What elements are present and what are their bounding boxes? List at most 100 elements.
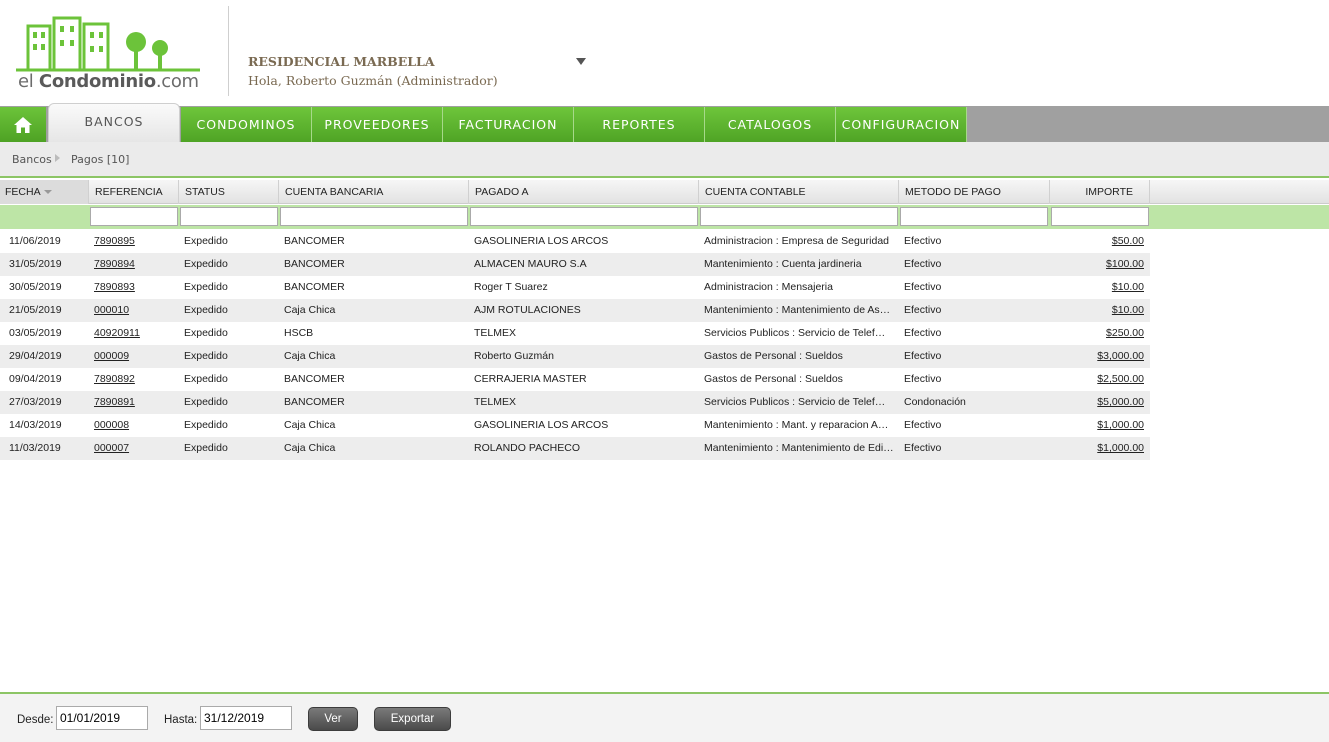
desde-input[interactable] bbox=[56, 706, 148, 730]
ver-button[interactable]: Ver bbox=[308, 707, 358, 731]
cell-pagado-a: AJM ROTULACIONES bbox=[474, 304, 581, 316]
cell-referencia[interactable]: 000008 bbox=[94, 414, 178, 437]
cell-referencia[interactable]: 7890893 bbox=[94, 276, 178, 299]
filter-row bbox=[0, 205, 1329, 229]
date-range-bar: Desde: Hasta: Ver Exportar bbox=[0, 692, 1329, 742]
cell-metodo-pago: Efectivo bbox=[904, 281, 942, 293]
exportar-button[interactable]: Exportar bbox=[374, 707, 451, 731]
cell-pagado-a: Roger T Suarez bbox=[474, 281, 548, 293]
tab-catalogos[interactable]: CATALOGOS bbox=[705, 107, 836, 142]
main-nav: BANCOS CONDOMINOS PROVEEDORES FACTURACIO… bbox=[0, 103, 1329, 142]
cell-importe[interactable]: $3,000.00 bbox=[1050, 345, 1144, 368]
table-row[interactable]: 27/03/2019 7890891 Expedido BANCOMER TELMEX S… bbox=[0, 391, 1150, 414]
cell-status: Expedido bbox=[184, 396, 228, 408]
tab-reportes[interactable]: REPORTES bbox=[574, 107, 705, 142]
table-row[interactable]: 31/05/2019 7890894 Expedido BANCOMER ALMACEN… bbox=[0, 253, 1150, 276]
cell-metodo-pago: Efectivo bbox=[904, 419, 942, 431]
desde-label: Desde: bbox=[17, 714, 54, 726]
filter-pagado-a[interactable] bbox=[470, 207, 698, 226]
tab-facturacion[interactable]: FACTURACION bbox=[443, 107, 574, 142]
breadcrumb: Bancos Pagos [10] bbox=[0, 142, 1329, 178]
cell-referencia[interactable]: 7890894 bbox=[94, 253, 178, 276]
tab-proveedores[interactable]: PROVEEDORES bbox=[312, 107, 443, 142]
tab-bancos[interactable]: BANCOS bbox=[48, 103, 180, 142]
filter-cuenta-bancaria[interactable] bbox=[280, 207, 468, 226]
col-fecha[interactable]: FECHA bbox=[0, 180, 89, 204]
breadcrumb-bancos[interactable]: Bancos bbox=[12, 153, 52, 166]
cell-cuenta-contable: Mantenimiento : Mantenimiento de As… bbox=[704, 304, 891, 316]
table-header: FECHA REFERENCIA STATUS CUENTA BANCARIA … bbox=[0, 180, 1329, 204]
cell-pagado-a: TELMEX bbox=[474, 327, 517, 339]
condo-dropdown-icon[interactable] bbox=[576, 58, 586, 65]
filter-metodo-pago[interactable] bbox=[900, 207, 1048, 226]
cell-fecha: 03/05/2019 bbox=[9, 327, 62, 339]
cell-importe[interactable]: $250.00 bbox=[1050, 322, 1144, 345]
cell-metodo-pago: Efectivo bbox=[904, 235, 942, 247]
col-pagado-a[interactable]: PAGADO A bbox=[469, 180, 699, 204]
cell-referencia[interactable]: 7890891 bbox=[94, 391, 178, 414]
cell-referencia[interactable]: 000007 bbox=[94, 437, 178, 460]
cell-referencia[interactable]: 40920911 bbox=[94, 322, 178, 345]
table-row[interactable]: 03/05/2019 40920911 Expedido HSCB TELMEX Serv… bbox=[0, 322, 1150, 345]
cell-fecha: 11/06/2019 bbox=[9, 235, 61, 247]
cell-importe[interactable]: $2,500.00 bbox=[1050, 368, 1144, 391]
col-status[interactable]: STATUS bbox=[179, 180, 279, 204]
table-row[interactable]: 14/03/2019 000008 Expedido Caja Chica GASOLI… bbox=[0, 414, 1150, 437]
home-button[interactable] bbox=[0, 107, 46, 142]
col-importe[interactable]: IMPORTE bbox=[1050, 180, 1150, 204]
cell-metodo-pago: Efectivo bbox=[904, 327, 942, 339]
filter-importe[interactable] bbox=[1051, 207, 1149, 226]
cell-importe[interactable]: $50.00 bbox=[1050, 230, 1144, 253]
logo-wordmark: el Condominio.com bbox=[18, 71, 199, 92]
cell-pagado-a: ALMACEN MAURO S.A bbox=[474, 258, 587, 270]
cell-status: Expedido bbox=[184, 281, 228, 293]
cell-fecha: 21/05/2019 bbox=[9, 304, 62, 316]
cell-importe[interactable]: $10.00 bbox=[1050, 276, 1144, 299]
cell-status: Expedido bbox=[184, 304, 228, 316]
table-row[interactable]: 21/05/2019 000010 Expedido Caja Chica AJM RO… bbox=[0, 299, 1150, 322]
table-row[interactable]: 30/05/2019 7890893 Expedido BANCOMER Roger T… bbox=[0, 276, 1150, 299]
tab-configuracion[interactable]: CONFIGURACION bbox=[836, 107, 967, 142]
filter-cuenta-contable[interactable] bbox=[700, 207, 898, 226]
cell-importe[interactable]: $5,000.00 bbox=[1050, 391, 1144, 414]
app-header: el Condominio.com RESIDENCIAL MARBELLA H… bbox=[0, 0, 1329, 106]
cell-cuenta-bancaria: BANCOMER bbox=[284, 235, 345, 247]
cell-importe[interactable]: $1,000.00 bbox=[1050, 414, 1144, 437]
cell-cuenta-contable: Administracion : Mensajeria bbox=[704, 281, 833, 293]
cell-importe[interactable]: $10.00 bbox=[1050, 299, 1144, 322]
col-referencia[interactable]: REFERENCIA bbox=[89, 180, 179, 204]
cell-importe[interactable]: $1,000.00 bbox=[1050, 437, 1144, 460]
cell-pagado-a: ROLANDO PACHECO bbox=[474, 442, 580, 454]
cell-referencia[interactable]: 7890892 bbox=[94, 368, 178, 391]
cell-importe[interactable]: $100.00 bbox=[1050, 253, 1144, 276]
cell-metodo-pago: Efectivo bbox=[904, 304, 942, 316]
col-metodo-pago[interactable]: METODO DE PAGO bbox=[899, 180, 1050, 204]
cell-status: Expedido bbox=[184, 442, 228, 454]
col-cuenta-bancaria[interactable]: CUENTA BANCARIA bbox=[279, 180, 469, 204]
cell-referencia[interactable]: 000009 bbox=[94, 345, 178, 368]
cell-pagado-a: Roberto Guzmán bbox=[474, 350, 554, 362]
tab-condominos[interactable]: CONDOMINOS bbox=[181, 107, 312, 142]
cell-cuenta-bancaria: BANCOMER bbox=[284, 281, 345, 293]
cell-referencia[interactable]: 000010 bbox=[94, 299, 178, 322]
col-cuenta-contable[interactable]: CUENTA CONTABLE bbox=[699, 180, 899, 204]
table-row[interactable]: 29/04/2019 000009 Expedido Caja Chica Robert… bbox=[0, 345, 1150, 368]
cell-pagado-a: TELMEX bbox=[474, 396, 517, 408]
filter-status[interactable] bbox=[180, 207, 278, 226]
table-row[interactable]: 11/06/2019 7890895 Expedido BANCOMER GASOLIN… bbox=[0, 230, 1150, 253]
cell-cuenta-bancaria: BANCOMER bbox=[284, 258, 345, 270]
cell-metodo-pago: Efectivo bbox=[904, 442, 942, 454]
cell-metodo-pago: Efectivo bbox=[904, 373, 942, 385]
hasta-label: Hasta: bbox=[164, 714, 198, 726]
cell-cuenta-bancaria: Caja Chica bbox=[284, 304, 336, 316]
cell-referencia[interactable]: 7890895 bbox=[94, 230, 178, 253]
table-row[interactable]: 09/04/2019 7890892 Expedido BANCOMER CERRAJE… bbox=[0, 368, 1150, 391]
cell-cuenta-bancaria: HSCB bbox=[284, 327, 314, 339]
table-row[interactable]: 11/03/2019 000007 Expedido Caja Chica ROLAND… bbox=[0, 437, 1150, 460]
cell-cuenta-bancaria: Caja Chica bbox=[284, 442, 336, 454]
cell-cuenta-contable: Administracion : Empresa de Seguridad bbox=[704, 235, 890, 247]
condo-name[interactable]: RESIDENCIAL MARBELLA bbox=[248, 54, 435, 69]
hasta-input[interactable] bbox=[200, 706, 292, 730]
cell-status: Expedido bbox=[184, 419, 228, 431]
filter-referencia[interactable] bbox=[90, 207, 178, 226]
